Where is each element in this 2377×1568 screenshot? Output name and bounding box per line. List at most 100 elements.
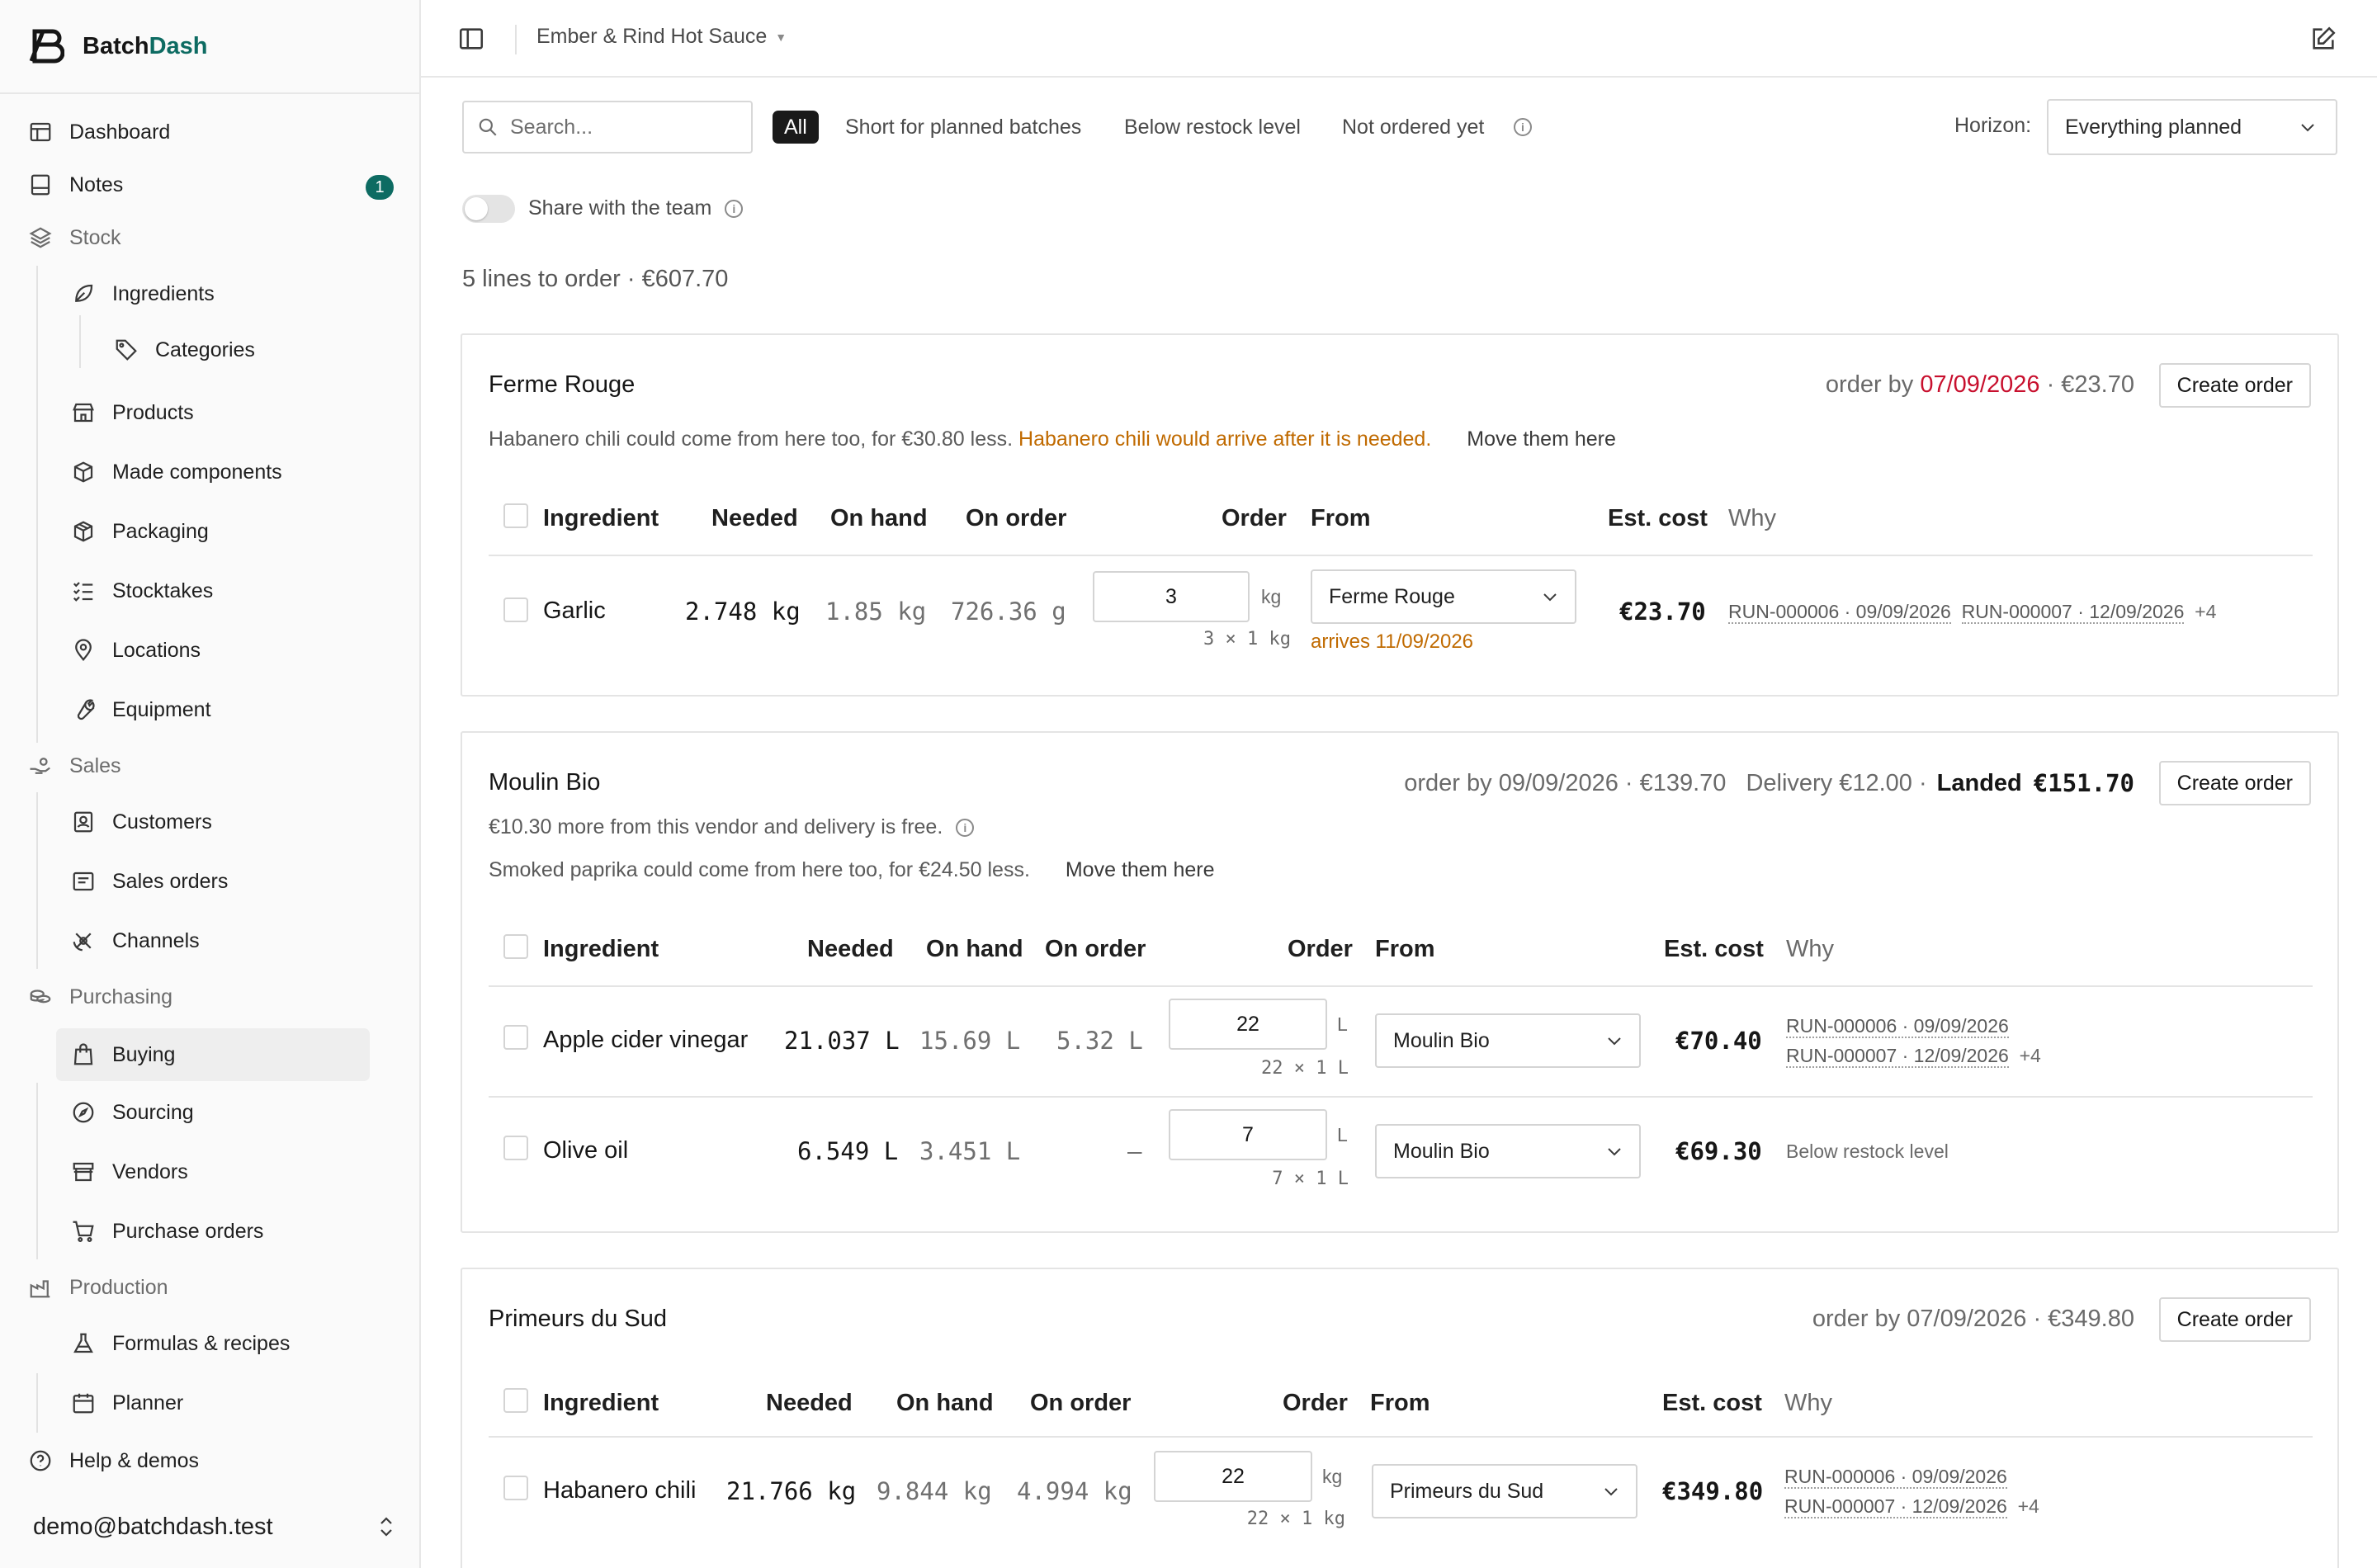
sidebar-item-notes[interactable]: Notes xyxy=(28,163,123,206)
table-header-divider xyxy=(489,555,2313,556)
col-on-hand[interactable]: On hand xyxy=(926,936,1023,963)
sidebar-item-packaging[interactable]: Packaging xyxy=(71,510,209,553)
col-est-cost[interactable]: Est. cost xyxy=(1664,936,1764,963)
sidebar-toggle-icon[interactable] xyxy=(457,25,485,53)
col-from[interactable]: From xyxy=(1370,1390,1430,1417)
share-toggle[interactable] xyxy=(462,195,515,223)
col-on-order[interactable]: On order xyxy=(966,505,1066,532)
contact-icon xyxy=(73,811,93,833)
filter-short-for-planned[interactable]: Short for planned batches xyxy=(845,111,1081,144)
sidebar-item-ingredients[interactable]: Ingredients xyxy=(71,272,215,315)
sidebar-section-sales[interactable]: Sales xyxy=(28,744,121,787)
move-them-here-link[interactable]: Move them here xyxy=(1467,427,1616,451)
horizon-select[interactable]: Everything planned xyxy=(2047,99,2337,155)
run-link[interactable]: RUN-000007 · 12/09/2026 xyxy=(1784,1495,2007,1518)
move-them-here-link[interactable]: Move them here xyxy=(1066,858,1215,881)
vendor-select[interactable]: Moulin Bio xyxy=(1375,1013,1641,1068)
sidebar-section-stock[interactable]: Stock xyxy=(28,216,121,259)
order-qty-input[interactable]: 7 xyxy=(1169,1109,1327,1160)
select-all-checkbox[interactable] xyxy=(503,1388,528,1413)
create-order-button[interactable]: Create order xyxy=(2158,1297,2311,1342)
sidebar-item-categories[interactable]: Categories xyxy=(114,328,255,371)
vendor-select[interactable]: Moulin Bio xyxy=(1375,1124,1641,1178)
sidebar-item-help[interactable]: Help & demos xyxy=(28,1439,199,1482)
col-from[interactable]: From xyxy=(1311,505,1371,532)
info-icon[interactable]: i xyxy=(956,818,975,837)
order-qty-input[interactable]: 3 xyxy=(1093,571,1250,622)
sidebar-item-label: Locations xyxy=(112,638,201,662)
sidebar-item-sourcing[interactable]: Sourcing xyxy=(71,1091,194,1134)
row-checkbox[interactable] xyxy=(503,1136,528,1160)
search-icon xyxy=(479,118,497,136)
row-checkbox[interactable] xyxy=(503,1476,528,1500)
col-est-cost[interactable]: Est. cost xyxy=(1608,505,1708,532)
sidebar-item-channels[interactable]: Channels xyxy=(71,919,200,962)
run-link[interactable]: RUN-000006 · 09/09/2026 xyxy=(1786,1015,2009,1038)
sidebar-item-formulas[interactable]: Formulas & recipes xyxy=(71,1322,290,1365)
create-order-button[interactable]: Create order xyxy=(2158,363,2311,408)
select-all-checkbox[interactable] xyxy=(503,503,528,528)
sidebar-item-stocktakes[interactable]: Stocktakes xyxy=(71,569,213,612)
vendor-select[interactable]: Primeurs du Sud xyxy=(1372,1464,1637,1518)
vendor-select-value: Moulin Bio xyxy=(1393,1139,1490,1163)
sidebar-item-made-components[interactable]: Made components xyxy=(71,451,282,494)
filter-all[interactable]: All xyxy=(773,111,819,144)
order-qty-input[interactable]: 22 xyxy=(1154,1451,1312,1502)
filter-not-ordered[interactable]: Not ordered yet xyxy=(1342,111,1484,144)
col-on-hand[interactable]: On hand xyxy=(896,1390,994,1417)
info-icon[interactable]: i xyxy=(725,199,744,218)
select-all-checkbox[interactable] xyxy=(503,934,528,959)
col-needed[interactable]: Needed xyxy=(711,505,798,532)
sidebar-item-equipment[interactable]: Equipment xyxy=(71,688,211,731)
col-ingredient[interactable]: Ingredient xyxy=(543,1390,659,1417)
arrival-date-warning: arrives 11/09/2026 xyxy=(1311,631,1474,653)
sidebar-item-customers[interactable]: Customers xyxy=(71,801,212,843)
row-checkbox[interactable] xyxy=(503,597,528,622)
more-runs-link[interactable]: +4 xyxy=(2018,1495,2039,1517)
user-menu[interactable]: demo@batchdash.test xyxy=(33,1504,396,1550)
row-checkbox[interactable] xyxy=(503,1025,528,1050)
col-order[interactable]: Order xyxy=(1288,936,1353,963)
sidebar-item-sales-orders[interactable]: Sales orders xyxy=(71,860,228,903)
col-on-order[interactable]: On order xyxy=(1030,1390,1131,1417)
on-hand-qty: 9.844 kg xyxy=(877,1477,992,1505)
col-from[interactable]: From xyxy=(1375,936,1435,963)
vendor-select[interactable]: Ferme Rouge xyxy=(1311,569,1576,624)
sidebar-section-production[interactable]: Production xyxy=(28,1266,168,1309)
sidebar-item-vendors[interactable]: Vendors xyxy=(71,1150,188,1193)
on-hand-qty: 3.451 L xyxy=(919,1137,1021,1165)
sidebar-item-products[interactable]: Products xyxy=(71,391,194,434)
col-est-cost[interactable]: Est. cost xyxy=(1662,1390,1762,1417)
run-link[interactable]: RUN-000007 · 12/09/2026 xyxy=(1961,601,2185,624)
wrench-icon xyxy=(77,699,95,720)
workspace-switcher[interactable]: Ember & Rind Hot Sauce ▼ xyxy=(536,25,787,49)
col-needed[interactable]: Needed xyxy=(807,936,894,963)
needed-qty: 2.748 kg xyxy=(685,597,801,626)
col-order[interactable]: Order xyxy=(1283,1390,1348,1417)
create-order-button[interactable]: Create order xyxy=(2158,761,2311,805)
col-on-hand[interactable]: On hand xyxy=(830,505,928,532)
more-runs-link[interactable]: +4 xyxy=(2020,1045,2041,1066)
run-link[interactable]: RUN-000006 · 09/09/2026 xyxy=(1728,601,1951,624)
sidebar-item-planner[interactable]: Planner xyxy=(71,1381,183,1424)
run-link[interactable]: RUN-000006 · 09/09/2026 xyxy=(1784,1466,2007,1489)
run-link[interactable]: RUN-000007 · 12/09/2026 xyxy=(1786,1045,2009,1068)
col-needed[interactable]: Needed xyxy=(766,1390,853,1417)
sidebar-item-purchase-orders[interactable]: Purchase orders xyxy=(71,1210,263,1253)
more-runs-link[interactable]: +4 xyxy=(2195,601,2216,622)
search-input[interactable]: Search... xyxy=(462,101,753,153)
sidebar-item-buying[interactable]: Buying xyxy=(56,1028,370,1081)
col-ingredient[interactable]: Ingredient xyxy=(543,505,659,532)
sidebar-section-purchasing[interactable]: Purchasing xyxy=(28,975,172,1018)
col-ingredient[interactable]: Ingredient xyxy=(543,936,659,963)
sidebar-item-label: Stocktakes xyxy=(112,579,214,602)
col-order[interactable]: Order xyxy=(1222,505,1287,532)
brand[interactable]: BatchDash xyxy=(28,26,208,66)
order-qty-input[interactable]: 22 xyxy=(1169,999,1327,1050)
sidebar-item-locations[interactable]: Locations xyxy=(71,629,201,672)
filter-below-restock[interactable]: Below restock level xyxy=(1124,111,1301,144)
sidebar-item-dashboard[interactable]: Dashboard xyxy=(28,111,170,153)
edit-icon[interactable] xyxy=(2309,25,2337,53)
col-on-order[interactable]: On order xyxy=(1045,936,1146,963)
filter-info[interactable]: i xyxy=(1514,111,1532,144)
